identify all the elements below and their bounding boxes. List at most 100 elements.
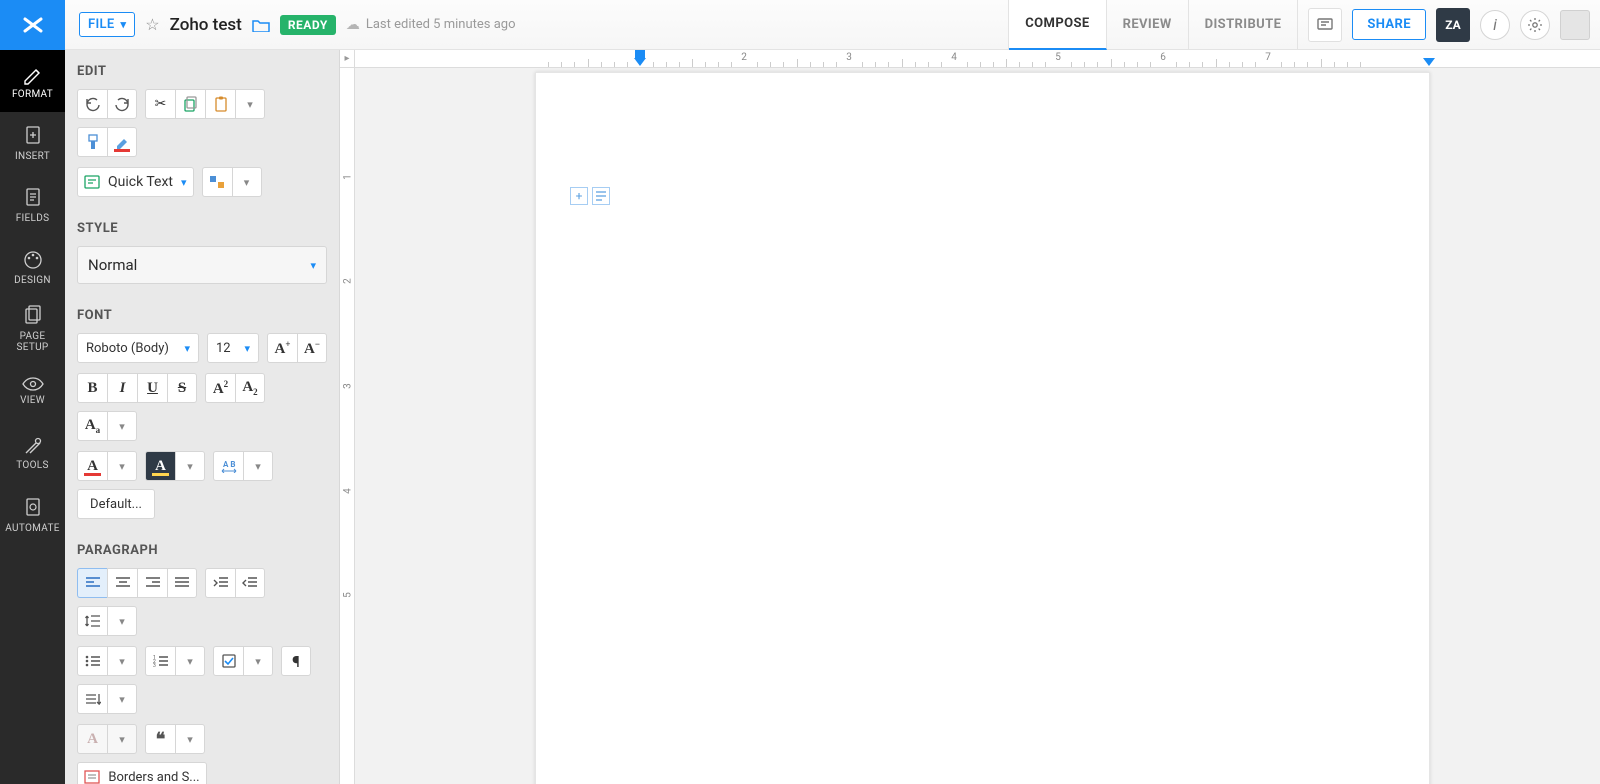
paste-button[interactable] bbox=[205, 89, 235, 119]
default-spacing-button[interactable]: Default... bbox=[77, 489, 155, 519]
decrease-font-button[interactable]: A− bbox=[297, 333, 327, 363]
ruler-tick: 7 bbox=[1265, 52, 1271, 63]
underline-button[interactable]: U bbox=[137, 373, 167, 403]
checklist-button[interactable] bbox=[213, 646, 243, 676]
italic-button[interactable]: I bbox=[107, 373, 137, 403]
format-painter-button[interactable] bbox=[77, 127, 107, 157]
increase-font-button[interactable]: A+ bbox=[267, 333, 297, 363]
align-right-button[interactable] bbox=[137, 568, 167, 598]
star-icon[interactable]: ☆ bbox=[145, 15, 159, 34]
highlight-button[interactable]: A bbox=[145, 451, 175, 481]
quick-text-button[interactable]: Quick Text ▾ bbox=[77, 167, 194, 197]
bullet-list-button[interactable] bbox=[77, 646, 107, 676]
numbered-list-button[interactable]: 123 bbox=[145, 646, 175, 676]
rail-view[interactable]: VIEW bbox=[0, 360, 65, 422]
font-color-button[interactable]: A bbox=[77, 451, 107, 481]
ruler-corner[interactable]: ▸ bbox=[340, 50, 355, 68]
indent-marker[interactable] bbox=[634, 58, 646, 66]
find-replace-dropdown[interactable]: ▾ bbox=[232, 167, 262, 197]
right-indent-marker[interactable] bbox=[1423, 58, 1435, 66]
paste-dropdown[interactable]: ▾ bbox=[235, 89, 265, 119]
svg-text:A B: A B bbox=[223, 460, 235, 469]
comments-panel-button[interactable] bbox=[1308, 8, 1342, 42]
line-spacing-dropdown[interactable]: ▾ bbox=[107, 606, 137, 636]
change-case-dropdown[interactable]: ▾ bbox=[107, 411, 137, 441]
rail-automate-label: AUTOMATE bbox=[5, 523, 59, 534]
chevron-down-icon: ▾ bbox=[119, 615, 125, 628]
chevron-down-icon: ▾ bbox=[119, 420, 125, 433]
align-justify-icon bbox=[174, 577, 190, 589]
rail-tools[interactable]: TOOLS bbox=[0, 422, 65, 484]
align-left-button[interactable] bbox=[77, 568, 107, 598]
paragraph-mark-button[interactable]: ¶ bbox=[281, 646, 311, 676]
indent-decrease-button[interactable] bbox=[235, 568, 265, 598]
zia-assistant-button[interactable]: ZA bbox=[1436, 8, 1470, 42]
chevron-down-icon: ▾ bbox=[244, 342, 250, 355]
document-page[interactable]: + bbox=[535, 72, 1430, 784]
rail-insert[interactable]: INSERT bbox=[0, 112, 65, 174]
gear-icon[interactable] bbox=[1520, 10, 1550, 40]
find-replace-button[interactable] bbox=[202, 167, 232, 197]
horizontal-ruler[interactable]: 1234567 bbox=[355, 50, 1600, 68]
checklist-dropdown[interactable]: ▾ bbox=[243, 646, 273, 676]
folder-icon[interactable] bbox=[252, 18, 270, 32]
chevron-down-icon: ▾ bbox=[181, 176, 187, 189]
blockquote-dropdown[interactable]: ▾ bbox=[175, 724, 205, 754]
borders-shading-button[interactable]: Borders and S... bbox=[77, 762, 207, 784]
text-direction-button[interactable] bbox=[77, 684, 107, 714]
copy-button[interactable] bbox=[175, 89, 205, 119]
tab-distribute[interactable]: DISTRIBUTE bbox=[1189, 0, 1298, 50]
rail-fields[interactable]: FIELDS bbox=[0, 174, 65, 236]
italic-icon: I bbox=[120, 380, 126, 397]
rail-automate[interactable]: AUTOMATE bbox=[0, 484, 65, 546]
subscript-button[interactable]: A2 bbox=[235, 373, 265, 403]
blockquote-button[interactable]: ❝ bbox=[145, 724, 175, 754]
rail-format[interactable]: FORMAT bbox=[0, 50, 65, 112]
text-direction-dropdown[interactable]: ▾ bbox=[107, 684, 137, 714]
strikethrough-button[interactable]: S bbox=[167, 373, 197, 403]
rail-design[interactable]: DESIGN bbox=[0, 236, 65, 298]
cut-button[interactable]: ✂ bbox=[145, 89, 175, 119]
undo-button[interactable] bbox=[77, 89, 107, 119]
drop-cap-button[interactable]: A bbox=[77, 724, 107, 754]
vertical-ruler[interactable]: 12345 bbox=[340, 68, 355, 784]
tab-compose[interactable]: COMPOSE bbox=[1009, 0, 1106, 50]
file-menu-label: FILE bbox=[88, 17, 114, 32]
bold-button[interactable]: B bbox=[77, 373, 107, 403]
drop-cap-dropdown[interactable]: ▾ bbox=[107, 724, 137, 754]
superscript-button[interactable]: A2 bbox=[205, 373, 235, 403]
indent-increase-button[interactable] bbox=[205, 568, 235, 598]
document-canvas: ▸ 1234567 12345 + bbox=[340, 50, 1600, 784]
highlight-dropdown[interactable]: ▾ bbox=[175, 451, 205, 481]
char-spacing-dropdown[interactable]: ▾ bbox=[243, 451, 273, 481]
rail-page-setup[interactable]: PAGE SETUP bbox=[0, 298, 65, 360]
tab-review[interactable]: REVIEW bbox=[1107, 0, 1189, 50]
info-icon[interactable]: i bbox=[1480, 10, 1510, 40]
clear-format-button[interactable] bbox=[107, 127, 137, 157]
avatar[interactable] bbox=[1560, 10, 1590, 40]
font-family-select[interactable]: Roboto (Body) ▾ bbox=[77, 333, 199, 363]
numbered-list-dropdown[interactable]: ▾ bbox=[175, 646, 205, 676]
change-case-button[interactable]: Aa bbox=[77, 411, 107, 441]
app-logo[interactable] bbox=[0, 0, 65, 50]
borders-label: Borders and S... bbox=[108, 770, 199, 784]
bullet-list-dropdown[interactable]: ▾ bbox=[107, 646, 137, 676]
content-outline-icon[interactable] bbox=[592, 187, 610, 205]
font-size-select[interactable]: 12 ▾ bbox=[207, 333, 259, 363]
font-family-value: Roboto (Body) bbox=[86, 341, 169, 356]
align-justify-button[interactable] bbox=[167, 568, 197, 598]
align-center-button[interactable] bbox=[107, 568, 137, 598]
pilcrow-icon: ¶ bbox=[292, 652, 300, 671]
align-center-icon bbox=[115, 577, 131, 589]
share-button[interactable]: SHARE bbox=[1352, 9, 1426, 40]
redo-button[interactable] bbox=[107, 89, 137, 119]
add-content-icon[interactable]: + bbox=[570, 187, 588, 205]
line-spacing-button[interactable] bbox=[77, 606, 107, 636]
document-title[interactable]: Zoho test bbox=[170, 15, 242, 35]
file-menu-button[interactable]: FILE ▾ bbox=[79, 12, 135, 37]
style-select[interactable]: Normal ▾ bbox=[77, 246, 327, 284]
indent-marker[interactable] bbox=[635, 50, 645, 58]
subscript-icon: A2 bbox=[242, 379, 257, 397]
char-spacing-button[interactable]: A B bbox=[213, 451, 243, 481]
font-color-dropdown[interactable]: ▾ bbox=[107, 451, 137, 481]
